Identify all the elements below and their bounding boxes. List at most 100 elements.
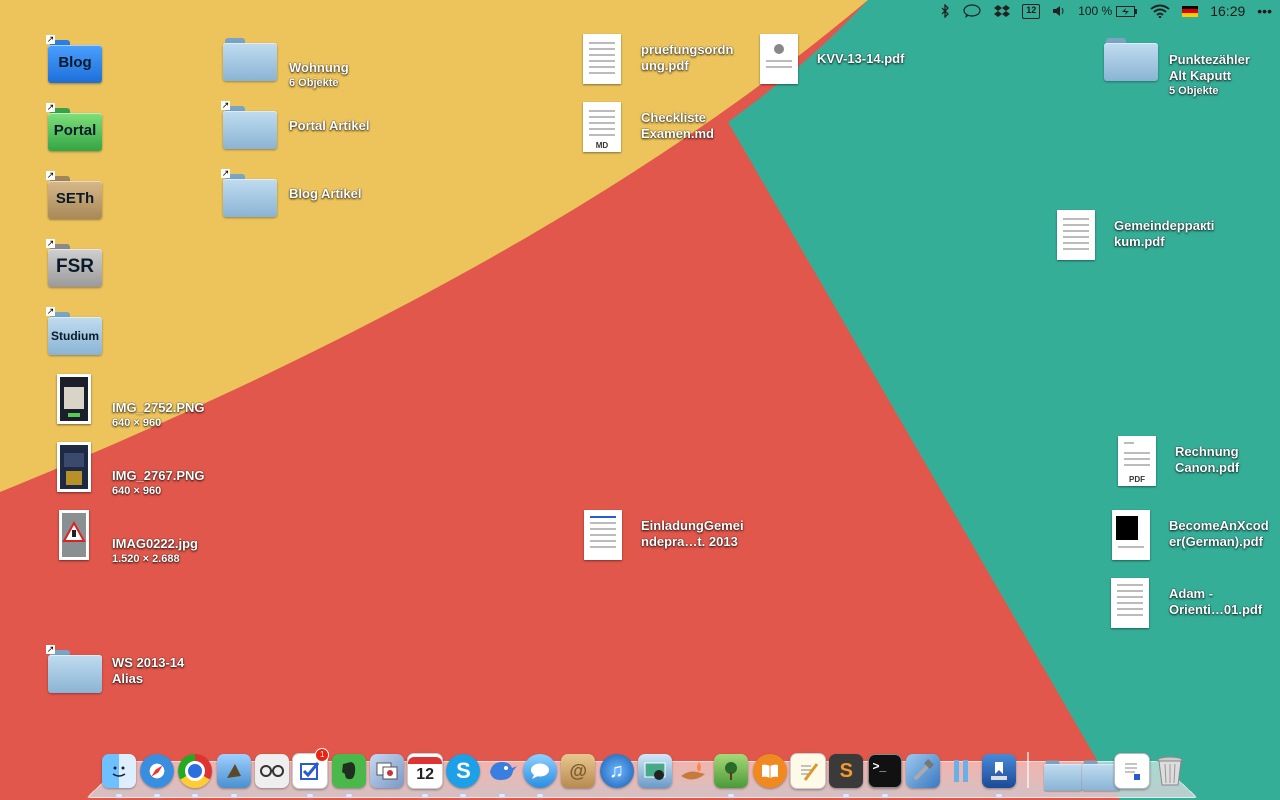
folder-icon: SETh — [48, 176, 102, 220]
ibooks-icon — [752, 754, 787, 788]
dock-calendar[interactable]: 12 — [406, 752, 444, 797]
dock-itunes[interactable]: ♫ — [598, 752, 636, 790]
dock-trash[interactable] — [1152, 752, 1190, 790]
pause-bars-icon — [944, 754, 978, 788]
messages-bubble-icon — [522, 754, 557, 788]
pdf-document-icon — [584, 510, 622, 560]
dock-finder[interactable] — [100, 752, 138, 797]
dock-terminal[interactable]: >_ — [866, 752, 904, 797]
chrome-icon — [178, 754, 213, 788]
dock-disk-utility[interactable] — [980, 752, 1018, 797]
folder-icon — [223, 174, 277, 218]
file-label: IMG_2767.PNG 640 × 960 — [112, 468, 205, 497]
pdf-document-icon — [1057, 210, 1095, 260]
file-label: IMG_2752.PNG 640 × 960 — [112, 400, 205, 429]
input-source-german-flag-icon[interactable] — [1182, 0, 1199, 22]
folder-label: Studium — [51, 329, 99, 343]
image-thumbnail — [57, 374, 91, 424]
olive-tree-icon — [714, 754, 749, 788]
dock-separator — [1026, 752, 1029, 788]
evernote-elephant-icon — [331, 754, 366, 788]
volume-icon[interactable] — [1052, 0, 1066, 22]
dock-skype[interactable]: S — [445, 752, 483, 797]
folder-icon: Blog — [48, 40, 102, 84]
alias-arrow-icon: ↗ — [221, 100, 230, 110]
dock-image-capture[interactable] — [636, 752, 674, 790]
dock-textedit[interactable] — [789, 752, 827, 790]
running-indicator — [192, 794, 199, 797]
dock-safari[interactable] — [138, 752, 176, 797]
image-thumbnail — [57, 442, 91, 492]
calendar-menu-icon[interactable]: 12 — [1022, 0, 1041, 22]
pdf-document-icon — [583, 34, 621, 84]
dock-xcode[interactable] — [904, 752, 942, 790]
bluetooth-icon[interactable] — [940, 0, 950, 22]
file-label: Blog Artikel — [289, 186, 362, 201]
dock-messages[interactable] — [521, 752, 559, 797]
alias-arrow-icon: ↗ — [46, 238, 55, 248]
dock-ibooks[interactable] — [751, 752, 789, 790]
file-label: Adam - Orienti…01.pdf — [1169, 586, 1263, 617]
downloads-folder-icon — [1082, 760, 1120, 791]
pdf-document-icon: PDF — [1118, 436, 1156, 486]
menubar-overflow[interactable]: ••• — [1257, 0, 1272, 22]
battery-status[interactable]: 100 % — [1078, 0, 1138, 22]
pdf-document-icon — [1112, 510, 1150, 560]
folder-icon: Portal — [48, 108, 102, 152]
photos-icon — [369, 754, 404, 788]
file-label: EinladungGemei ndepra…t. 2013 — [641, 518, 744, 549]
dock-document-stack[interactable] — [1113, 752, 1151, 790]
folder-icon — [223, 38, 277, 82]
dock-preview[interactable] — [253, 752, 291, 790]
bookmark-drive-icon — [982, 754, 1017, 788]
running-indicator — [345, 794, 352, 797]
alias-arrow-icon: ↗ — [46, 102, 55, 112]
textedit-pen-icon — [789, 753, 826, 789]
dock-evernote[interactable] — [330, 752, 368, 797]
dock-mail[interactable] — [215, 752, 253, 797]
finder-icon — [101, 754, 136, 788]
dock-pause-app[interactable] — [942, 752, 980, 790]
messages-status-icon[interactable] — [962, 0, 982, 22]
dock-iphoto[interactable] — [368, 752, 406, 790]
alias-arrow-icon: ↗ — [46, 644, 55, 654]
contacts-book-icon: @ — [561, 754, 596, 788]
folder-label: FSR — [56, 256, 94, 277]
running-indicator — [230, 794, 237, 797]
mail-stamp-icon — [216, 754, 251, 788]
alias-arrow-icon: ↗ — [46, 34, 55, 44]
dock-downloads-stack[interactable] — [1075, 752, 1120, 791]
dropbox-icon[interactable] — [994, 0, 1011, 22]
battery-percentage: 100 % — [1078, 4, 1113, 18]
dock-lamp-app[interactable] — [674, 752, 712, 790]
file-label: IMAG0222.jpg 1.520 × 2.688 — [112, 536, 198, 565]
running-indicator — [728, 794, 735, 797]
dock-chrome[interactable] — [177, 752, 215, 797]
running-indicator — [996, 794, 1003, 797]
folder-icon — [48, 650, 102, 694]
alias-arrow-icon: ↗ — [46, 170, 55, 180]
dock-contacts[interactable]: @ — [559, 752, 597, 790]
dock-applications-stack[interactable] — [1037, 752, 1082, 791]
wifi-icon[interactable] — [1150, 0, 1170, 22]
itunes-note-icon: ♫ — [599, 754, 634, 788]
running-indicator — [307, 794, 314, 797]
alias-arrow-icon: ↗ — [46, 306, 55, 316]
dock-sublime-text[interactable]: S — [827, 752, 865, 797]
running-indicator — [498, 794, 505, 797]
dock-reminders[interactable]: 1 — [291, 748, 330, 797]
folder-icon — [1104, 38, 1158, 82]
calendar-icon: 12 — [407, 753, 444, 789]
dock: 1 12 S @ ♫ S >_ — [100, 748, 1190, 797]
document-stack-icon — [1114, 753, 1151, 789]
markdown-document-icon: MD — [583, 102, 621, 152]
menubar-clock[interactable]: 16:29 — [1210, 0, 1245, 22]
running-indicator — [422, 794, 429, 797]
running-indicator — [154, 794, 161, 797]
dock-tweetbot[interactable] — [483, 752, 521, 797]
sublime-text-icon: S — [829, 754, 864, 788]
oil-lamp-icon — [676, 754, 710, 788]
dock-olivetree[interactable] — [713, 752, 751, 797]
running-indicator — [881, 794, 888, 797]
bird-icon — [485, 754, 519, 788]
